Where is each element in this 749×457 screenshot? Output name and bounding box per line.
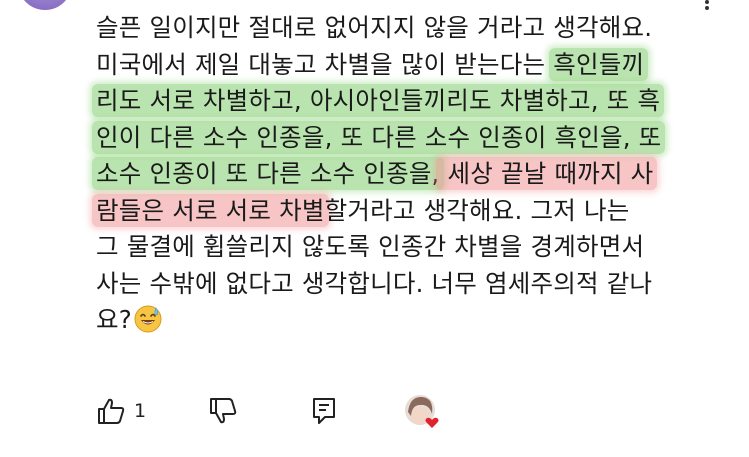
- comment-line-3: 리도 서로 차별하고, 아시아인들끼리도 차별하고, 또 흑: [92, 83, 736, 120]
- green-highlight: 소수 인종이 또 다른 소수 인종을,: [92, 157, 444, 190]
- creator-heart-icon: [405, 395, 439, 428]
- green-highlight: 인이 다른 소수 인종을, 또 다른 소수 인종이 흑인을, 또: [92, 120, 666, 154]
- comment-line-9: 요?: [96, 302, 736, 339]
- like-count: 1: [134, 400, 147, 422]
- creator-heart-avatar: [404, 394, 440, 430]
- comment-line-4: 인이 다른 소수 인종을, 또 다른 소수 인종이 흑인을, 또: [92, 120, 736, 157]
- comment-body: 슬픈 일이지만 절대로 없어지지 않을 거라고 생각해요. 미국에서 제일 대놓…: [92, 10, 736, 339]
- reply-comment-icon: [313, 398, 335, 424]
- thumbs-up-icon: [98, 398, 125, 424]
- comment-line-2: 미국에서 제일 대놓고 차별을 많이 받는다는 흑인들끼: [96, 47, 736, 84]
- comment-line-1: 슬픈 일이지만 절대로 없어지지 않을 거라고 생각해요.: [96, 13, 653, 42]
- thumbs-down-icon: [210, 398, 237, 424]
- comment-line-8: 사는 수밖에 없다고 생각합니다. 너무 염세주의적 같나: [96, 268, 653, 298]
- red-highlight: 람들은 서로 서로 차별: [92, 193, 329, 227]
- more-options-icon[interactable]: [705, 0, 709, 10]
- like-button[interactable]: 1: [96, 396, 146, 426]
- comment-actions: 1: [96, 394, 456, 432]
- green-highlight: 흑인들끼: [549, 47, 649, 81]
- red-highlight: 세상 끝날 때까지 사: [435, 157, 658, 190]
- dislike-button[interactable]: [208, 396, 238, 426]
- green-highlight: 리도 서로 차별하고, 아시아인들끼리도 차별하고, 또 흑: [92, 84, 665, 117]
- comment-line-7: 그 물결에 휩쓸리지 않도록 인종간 차별을 경계하면서: [96, 232, 645, 261]
- reply-button[interactable]: [311, 396, 337, 426]
- comment-line-5: 소수 인종이 또 다른 소수 인종을, 세상 끝날 때까지 사: [92, 156, 736, 193]
- comment-line-6: 람들은 서로 서로 차별할거라고 생각해요. 그저 나는: [92, 193, 736, 230]
- commenter-avatar[interactable]: [18, 0, 72, 10]
- sweat-smile-emoji-icon: [134, 305, 162, 333]
